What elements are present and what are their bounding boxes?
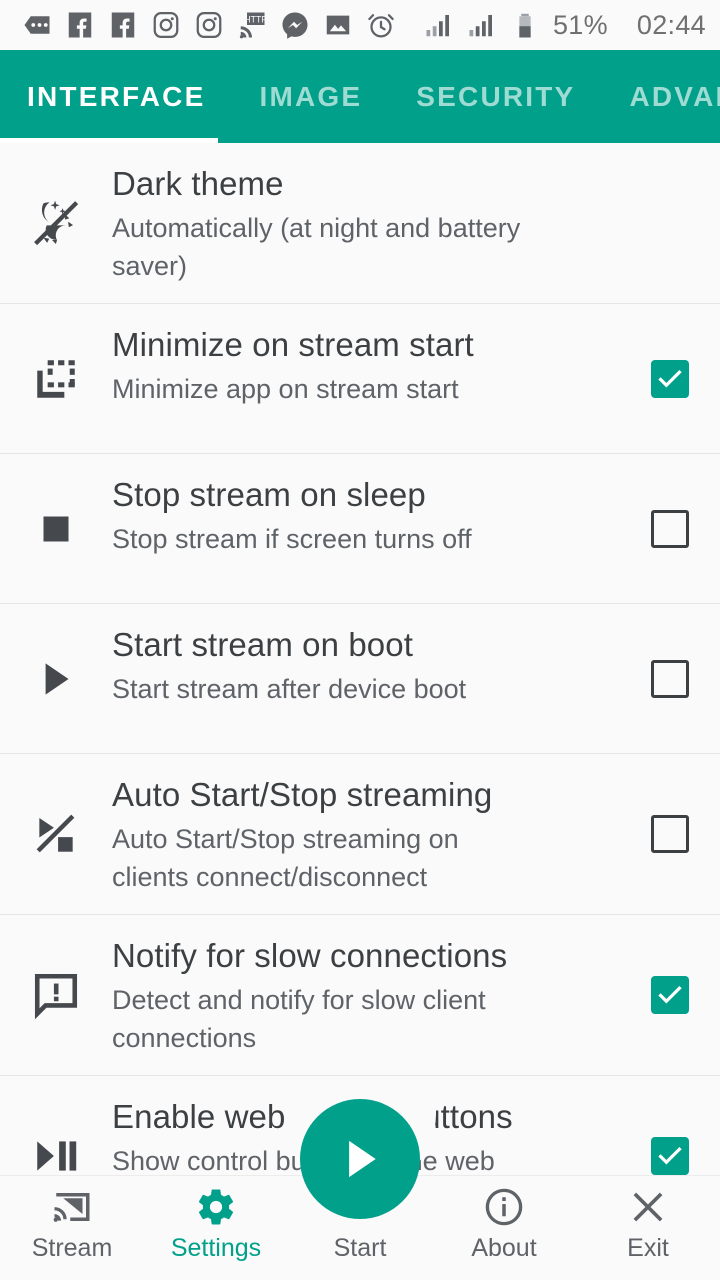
setting-title: Minimize on stream start (112, 326, 474, 363)
brightness-auto-icon (34, 200, 79, 246)
nav-label: Stream (31, 1234, 113, 1262)
play-icon (45, 662, 69, 695)
battery-percent-label: 51% (552, 10, 608, 40)
app-root: HTTP 51% 02:44 INTERFACE IMAGE SECURITY … (0, 0, 720, 1280)
row-text-block: Stop stream on sleep Stop stream if scre… (112, 472, 620, 558)
clock-label: 02:44 (636, 10, 706, 40)
row-icon-slot (0, 1131, 112, 1181)
nav-item-settings[interactable]: Settings (144, 1176, 288, 1280)
setting-title: Notify for slow connections (112, 937, 508, 974)
row-text-block: Dark theme Automatically (at night and b… (112, 161, 620, 285)
setting-checkbox[interactable] (651, 359, 689, 398)
messenger-icon (282, 12, 308, 39)
comment-alert-icon (34, 973, 78, 1020)
setting-title: Dark theme (112, 165, 284, 202)
row-icon-slot (0, 195, 112, 251)
row-checkbox-slot (620, 1137, 720, 1175)
info-icon (483, 1186, 525, 1228)
setting-row-notify-for-slow-connections[interactable]: Notify for slow connections Detect and n… (0, 915, 720, 1076)
row-text-block: Minimize on stream start Minimize app on… (112, 322, 620, 408)
gear-icon (195, 1186, 237, 1228)
check-icon (658, 985, 682, 1004)
row-icon-slot (0, 504, 112, 554)
setting-title: Auto Start/Stop streaming (112, 776, 493, 813)
row-icon-slot (0, 809, 112, 859)
row-checkbox-slot (620, 659, 720, 698)
setting-checkbox[interactable] (651, 659, 689, 698)
setting-subtitle: Minimize app on stream start (112, 374, 459, 404)
tab-security[interactable]: SECURITY (389, 50, 602, 143)
instagram-icon (153, 12, 179, 38)
check-icon (658, 369, 682, 388)
row-checkbox-slot (620, 976, 720, 1014)
nav-item-exit[interactable]: Exit (576, 1176, 720, 1280)
row-icon-slot (0, 970, 112, 1020)
setting-checkbox[interactable] (651, 1137, 689, 1175)
row-text-block: Start stream on boot Start stream after … (112, 622, 620, 708)
setting-subtitle: Automatically (at night and battery save… (112, 213, 521, 281)
tab-image[interactable]: IMAGE (232, 50, 389, 143)
facebook-icon (111, 12, 135, 38)
svg-text:HTTP: HTTP (244, 15, 267, 25)
setting-subtitle: Stop stream if screen turns off (112, 524, 472, 554)
photo-icon (326, 15, 350, 35)
row-text-block: Auto Start/Stop streaming Auto Start/Sto… (112, 772, 620, 896)
setting-row-stop-stream-on-sleep[interactable]: Stop stream on sleep Stop stream if scre… (0, 454, 720, 604)
row-checkbox-slot (620, 359, 720, 398)
row-icon-slot (0, 354, 112, 404)
facebook-icon (68, 12, 92, 38)
setting-subtitle: Start stream after device boot (112, 674, 467, 704)
alarm-icon (368, 14, 394, 38)
battery-icon (519, 13, 531, 38)
instagram-icon (196, 12, 222, 38)
close-icon (627, 1186, 669, 1228)
setting-checkbox[interactable] (651, 509, 689, 548)
stop-icon (43, 516, 69, 541)
nav-label: About (471, 1234, 537, 1262)
status-bar: HTTP 51% 02:44 (0, 0, 720, 50)
setting-title: Start stream on boot (112, 626, 413, 663)
tab-bar: INTERFACE IMAGE SECURITY ADVANC (0, 50, 720, 143)
settings-list: Dark theme Automatically (at night and b… (0, 143, 720, 1237)
nav-item-about[interactable]: About (432, 1176, 576, 1280)
row-checkbox-slot (620, 509, 720, 548)
setting-checkbox[interactable] (651, 815, 689, 853)
play-pause-icon (37, 1141, 77, 1171)
nav-item-stream[interactable]: Stream (0, 1176, 144, 1280)
setting-row-dark-theme[interactable]: Dark theme Automatically (at night and b… (0, 143, 720, 304)
nav-label: Start (333, 1234, 387, 1262)
nav-label: Exit (627, 1234, 669, 1262)
setting-row-auto-start-stop-streaming[interactable]: Auto Start/Stop streaming Auto Start/Sto… (0, 754, 720, 915)
row-text-block: Notify for slow connections Detect and n… (112, 933, 620, 1057)
cast-icon (51, 1186, 93, 1228)
play-stop-slash-icon (36, 814, 75, 853)
check-icon (658, 1146, 682, 1165)
row-checkbox-slot (620, 815, 720, 853)
setting-checkbox[interactable] (651, 976, 689, 1014)
setting-row-minimize-on-stream-start[interactable]: Minimize on stream start Minimize app on… (0, 304, 720, 454)
setting-subtitle: Detect and notify for slow client connec… (112, 985, 486, 1053)
tab-advanced[interactable]: ADVANC (602, 50, 720, 143)
start-stream-fab[interactable] (300, 1099, 420, 1219)
more-icon (24, 16, 50, 34)
setting-title: Stop stream on sleep (112, 476, 426, 513)
signal-icon (469, 15, 492, 37)
minimize-icon (37, 359, 75, 398)
setting-subtitle: Auto Start/Stop streaming on clients con… (112, 824, 459, 892)
row-icon-slot (0, 654, 112, 704)
setting-row-start-stream-on-boot[interactable]: Start stream on boot Start stream after … (0, 604, 720, 754)
http-cast-icon: HTTP (239, 12, 267, 39)
play-icon (349, 1140, 376, 1178)
signal-icon (426, 15, 449, 37)
nav-label: Settings (170, 1234, 262, 1262)
tab-interface[interactable]: INTERFACE (0, 50, 232, 143)
